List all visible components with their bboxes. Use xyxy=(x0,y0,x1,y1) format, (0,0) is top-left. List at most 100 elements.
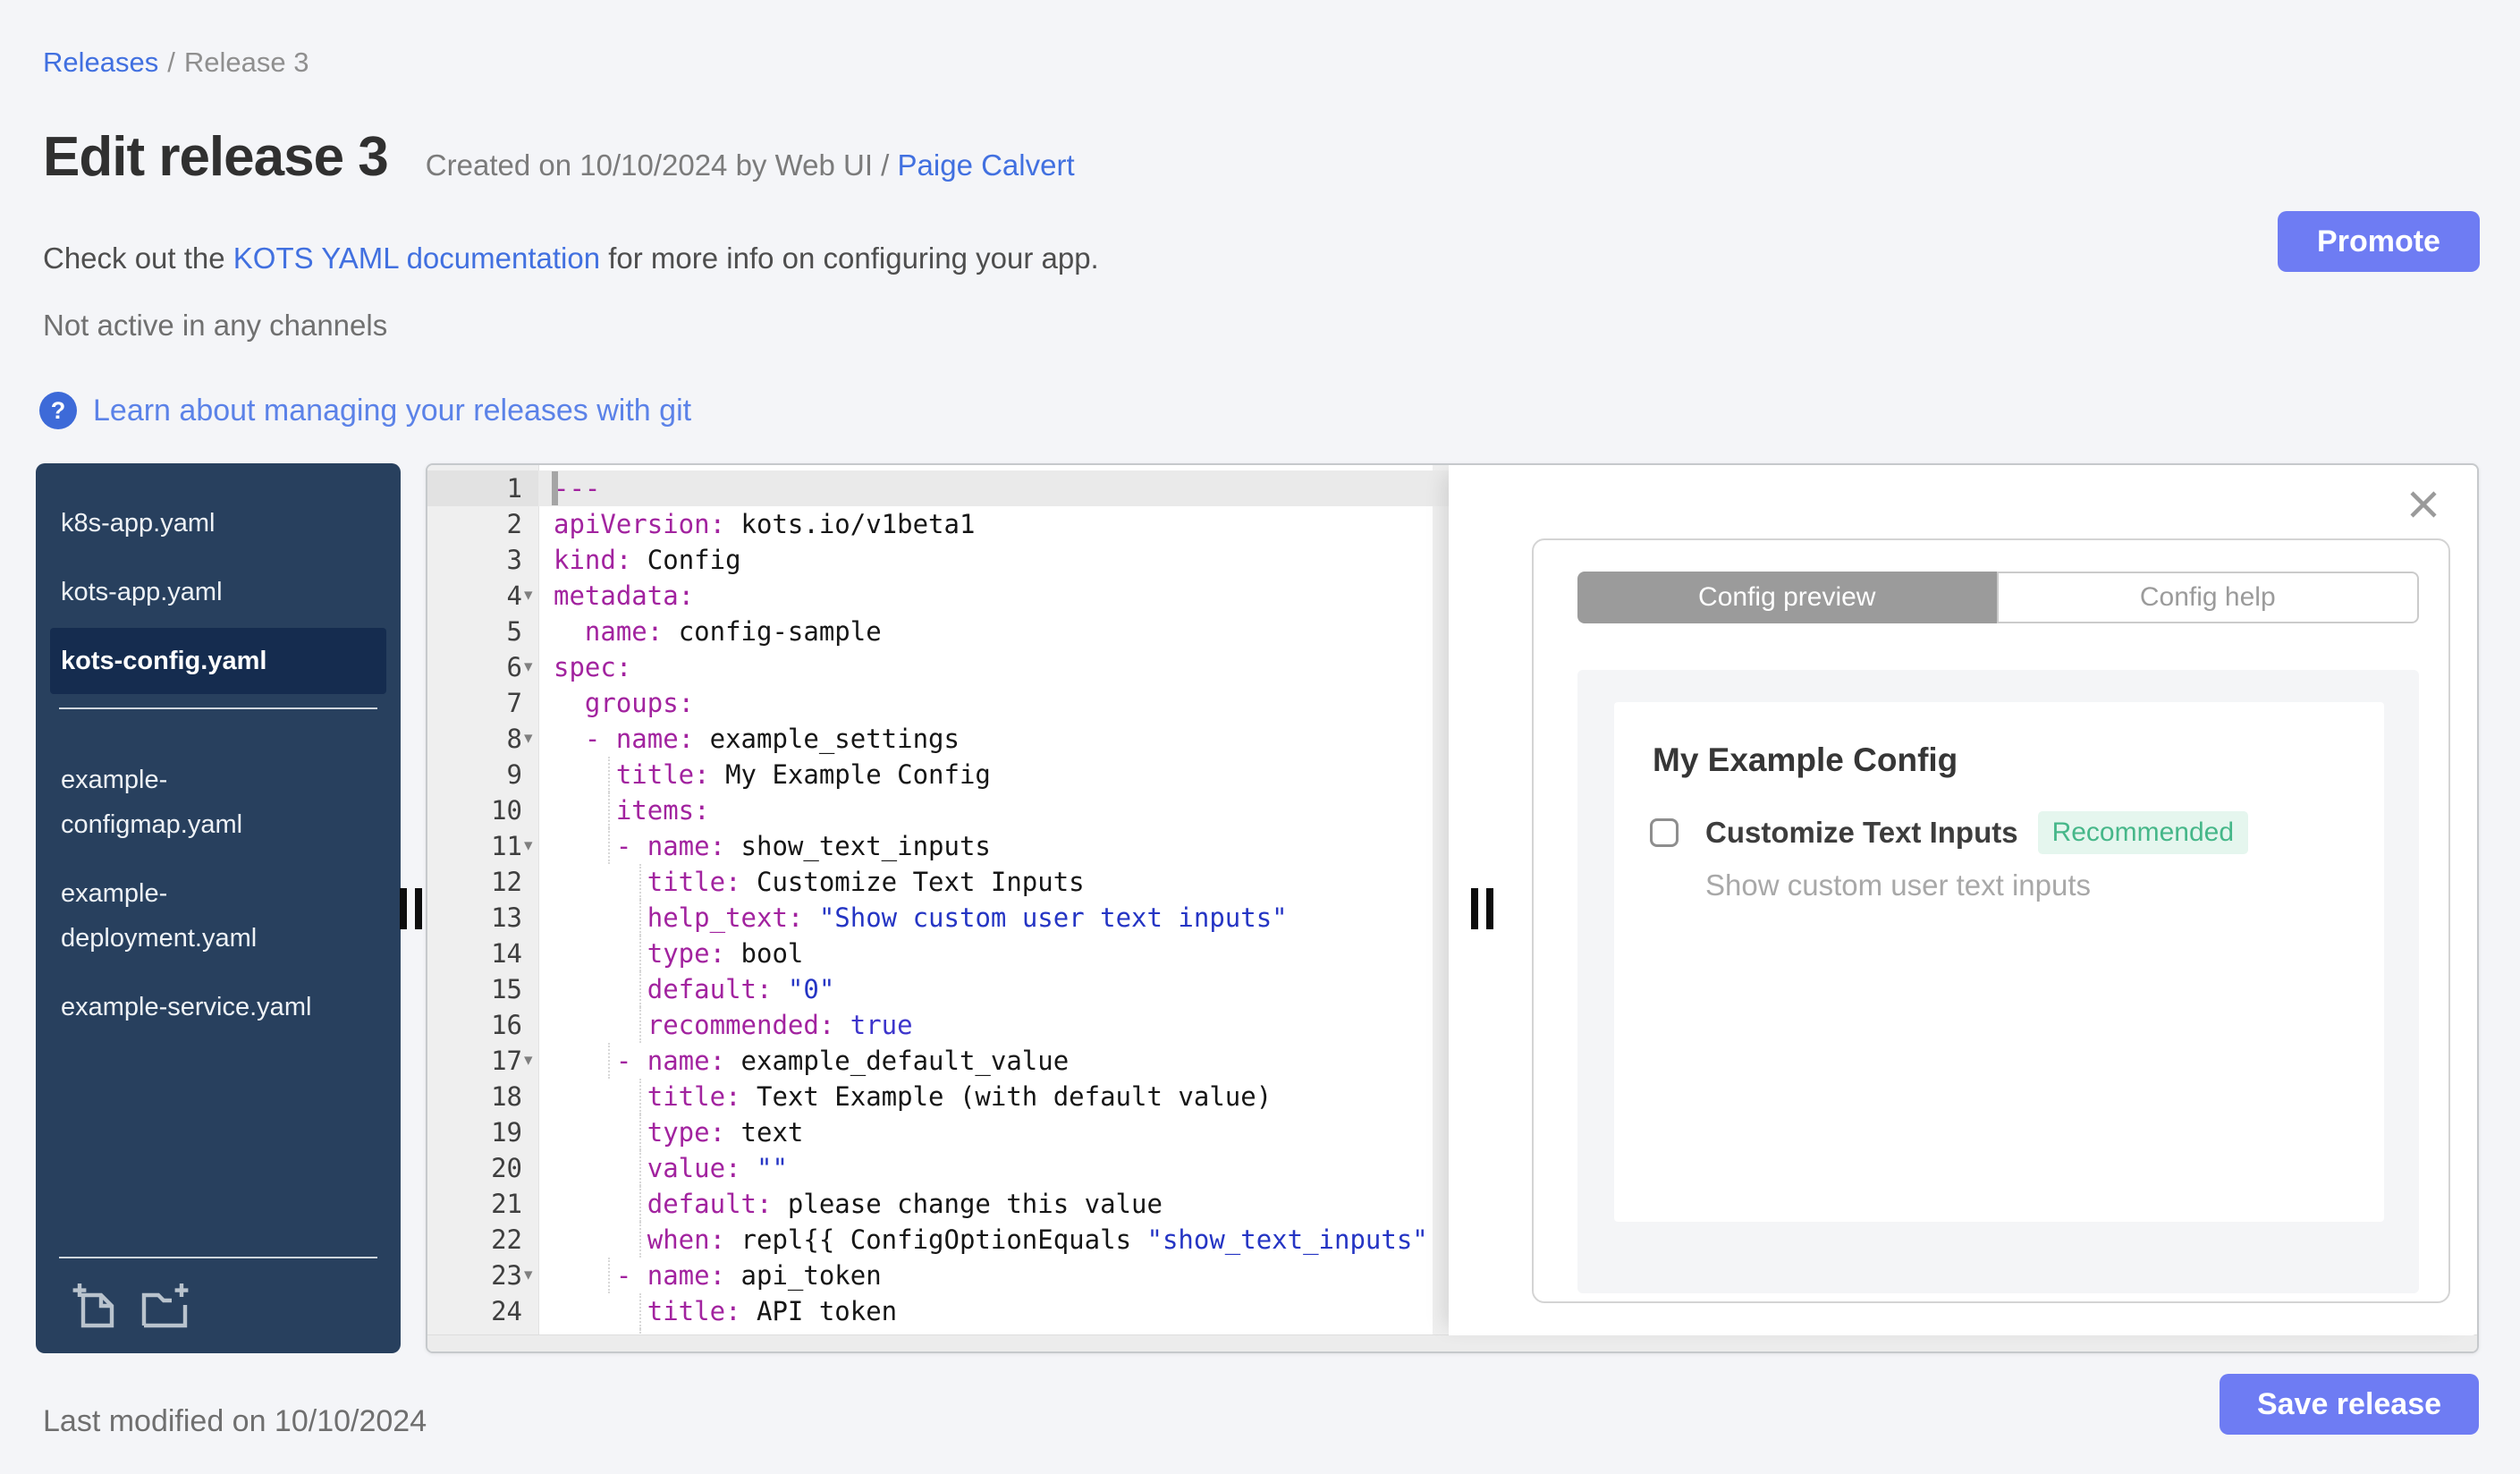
author-link[interactable]: Paige Calvert xyxy=(898,148,1075,182)
git-releases-link[interactable]: Learn about managing your releases with … xyxy=(93,394,691,428)
created-meta: Created on 10/10/2024 by Web UI / Paige … xyxy=(426,148,1075,182)
handle-bar xyxy=(1486,888,1493,929)
gutter-line-24: 24 xyxy=(491,1296,522,1326)
config-preview-panel: Config preview Config help My Example Co… xyxy=(1449,465,2477,1335)
code-line-2[interactable]: apiVersion: kots.io/v1beta1 xyxy=(538,506,1449,542)
question-icon: ? xyxy=(39,392,77,429)
pane-resize-handle-left[interactable] xyxy=(400,888,422,929)
gutter-line-1: 1 xyxy=(427,470,538,506)
created-text: Created on 10/10/2024 by Web UI / xyxy=(425,148,890,182)
new-file-icon[interactable] xyxy=(72,1282,118,1330)
code-line-1[interactable]: --- xyxy=(538,470,1449,506)
code-line-12[interactable]: title: Customize Text Inputs xyxy=(538,864,1449,900)
file-item-kots-config-yaml[interactable]: kots-config.yaml xyxy=(50,628,386,694)
code-line-8[interactable]: - name: example_settings xyxy=(538,721,1449,757)
breadcrumb-releases-link[interactable]: Releases xyxy=(43,47,158,78)
code-line-5[interactable]: name: config-sample xyxy=(538,614,1449,649)
code-line-20[interactable]: value: "" xyxy=(538,1150,1449,1186)
gutter-line-23: 23 ▾ xyxy=(427,1258,532,1293)
gutter-line-2: 2 xyxy=(506,509,522,539)
gutter-line-7: 7 xyxy=(506,688,522,718)
file-item-k8s-app-yaml[interactable]: k8s-app.yaml xyxy=(36,501,401,546)
file-item-example-configmap-yaml[interactable]: example- configmap.yaml xyxy=(36,758,401,847)
text-cursor xyxy=(552,471,558,505)
kots-yaml-docs-link[interactable]: KOTS YAML documentation xyxy=(233,241,600,275)
new-folder-icon[interactable] xyxy=(141,1282,191,1330)
handle-bar xyxy=(400,888,407,929)
code-line-14[interactable]: type: bool xyxy=(538,936,1449,971)
gutter-line-14: 14 xyxy=(491,938,522,969)
file-item-example-deployment-yaml[interactable]: example- deployment.yaml xyxy=(36,871,401,961)
gutter-line-8: 8 ▾ xyxy=(427,721,533,757)
tab-config-help[interactable]: Config help xyxy=(1996,572,2419,623)
promote-button[interactable]: Promote xyxy=(2278,211,2480,272)
code-line-6[interactable]: spec: xyxy=(538,649,1449,685)
save-release-button[interactable]: Save release xyxy=(2220,1374,2479,1435)
file-item-example-service-yaml[interactable]: example-service.yaml xyxy=(36,985,401,1029)
last-modified-text: Last modified on 10/10/2024 xyxy=(43,1404,427,1438)
gutter-line-6: 6 ▾ xyxy=(427,649,533,685)
gutter-line-18: 18 xyxy=(491,1081,522,1112)
config-card: Config preview Config help My Example Co… xyxy=(1532,538,2450,1303)
tab-config-preview[interactable]: Config preview xyxy=(1577,572,1997,623)
code-line-13[interactable]: help_text: "Show custom user text inputs… xyxy=(538,900,1449,936)
gutter-line-19: 19 xyxy=(491,1117,522,1148)
close-icon[interactable] xyxy=(2407,488,2440,521)
code-line-16[interactable]: recommended: true xyxy=(538,1007,1449,1043)
file-item-kots-app-yaml[interactable]: kots-app.yaml xyxy=(36,570,401,614)
gutter-line-12: 12 xyxy=(491,867,522,897)
gutter-line-9: 9 xyxy=(506,759,522,790)
code-line-9[interactable]: title: My Example Config xyxy=(538,757,1449,792)
config-group-title: My Example Config xyxy=(1653,741,1958,778)
code-line-15[interactable]: default: "0" xyxy=(538,971,1449,1007)
footer-divider xyxy=(59,1257,377,1258)
code-line-7[interactable]: groups: xyxy=(538,685,1449,721)
gutter-line-5: 5 xyxy=(506,616,522,647)
horizontal-scrollbar[interactable] xyxy=(427,1334,2477,1351)
config-form-card: My Example Config Customize Text Inputs … xyxy=(1614,702,2384,1222)
edit-release-page: Releases / Release 3 Edit release 3 Create… xyxy=(0,0,2520,1474)
code-line-24[interactable]: title: API token xyxy=(538,1293,1449,1329)
code-line-17[interactable]: - name: example_default_value xyxy=(538,1043,1449,1079)
file-tree-footer xyxy=(36,1257,401,1330)
customize-text-inputs-checkbox[interactable] xyxy=(1650,818,1679,847)
page-title: Edit release 3 xyxy=(43,126,389,188)
code-line-10[interactable]: items: xyxy=(538,792,1449,828)
channel-status: Not active in any channels xyxy=(43,309,388,342)
code-line-22[interactable]: when: repl{{ ConfigOptionEquals "show_te… xyxy=(538,1222,1449,1258)
code-line-23[interactable]: - name: api_token xyxy=(538,1258,1449,1293)
code-line-21[interactable]: default: please change this value xyxy=(538,1186,1449,1222)
code-line-4[interactable]: metadata: xyxy=(538,578,1449,614)
preview-body: My Example Config Customize Text Inputs … xyxy=(1577,670,2419,1293)
code-line-19[interactable]: type: text xyxy=(538,1114,1449,1150)
gutter-line-20: 20 xyxy=(491,1153,522,1183)
yaml-editor: 1 2 3 4 ▾ 5 6 ▾ 7 8 ▾ 9 10 11 ▾ 12 13 14 15 16 17 ▾ 18 19 20 21 22… xyxy=(426,463,2479,1353)
file-tree-sidebar: k8s-app.yaml kots-app.yaml kots-config.yam… xyxy=(36,463,401,1353)
preview-tabbar: Config preview Config help xyxy=(1577,572,2419,623)
git-help-row: ? Learn about managing your releases wit… xyxy=(39,392,691,429)
gutter-line-4: 4 ▾ xyxy=(427,578,533,614)
code-area[interactable]: --- apiVersion: kots.io/v1beta1 kind: Conf… xyxy=(538,465,1449,1335)
config-item-label: Customize Text Inputs xyxy=(1705,816,2018,849)
config-item-row: Customize Text Inputs Recommended xyxy=(1650,811,2249,854)
code-line-18[interactable]: title: Text Example (with default value) xyxy=(538,1079,1449,1114)
gutter-line-3: 3 xyxy=(506,545,522,575)
docs-line: Check out the KOTS YAML documentation fo… xyxy=(43,241,1099,275)
breadcrumb: Releases / Release 3 xyxy=(43,47,309,79)
file-list: k8s-app.yaml kots-app.yaml kots-config.yam… xyxy=(36,501,401,1029)
pane-resize-handle-right[interactable] xyxy=(1471,888,1493,929)
handle-bar xyxy=(1471,888,1478,929)
gutter-line-10: 10 xyxy=(491,795,522,826)
breadcrumb-separator: / xyxy=(167,47,175,78)
gutter-line-16: 16 xyxy=(491,1010,522,1040)
docs-text-after: for more info on configuring your app. xyxy=(600,241,1099,275)
code-line-3[interactable]: kind: Config xyxy=(538,542,1449,578)
editor-gutter: 1 2 3 4 ▾ 5 6 ▾ 7 8 ▾ 9 10 11 ▾ 12 13 14 15 16 17 ▾ 18 19 20 21 22… xyxy=(427,465,539,1351)
docs-text-before: Check out the xyxy=(43,241,233,275)
gutter-line-13: 13 xyxy=(491,902,522,933)
gutter-line-22: 22 xyxy=(491,1224,522,1255)
config-item-help-text: Show custom user text inputs xyxy=(1705,868,2092,902)
breadcrumb-current: Release 3 xyxy=(183,47,309,78)
code-line-11[interactable]: - name: show_text_inputs xyxy=(538,828,1449,864)
handle-bar xyxy=(415,888,422,929)
